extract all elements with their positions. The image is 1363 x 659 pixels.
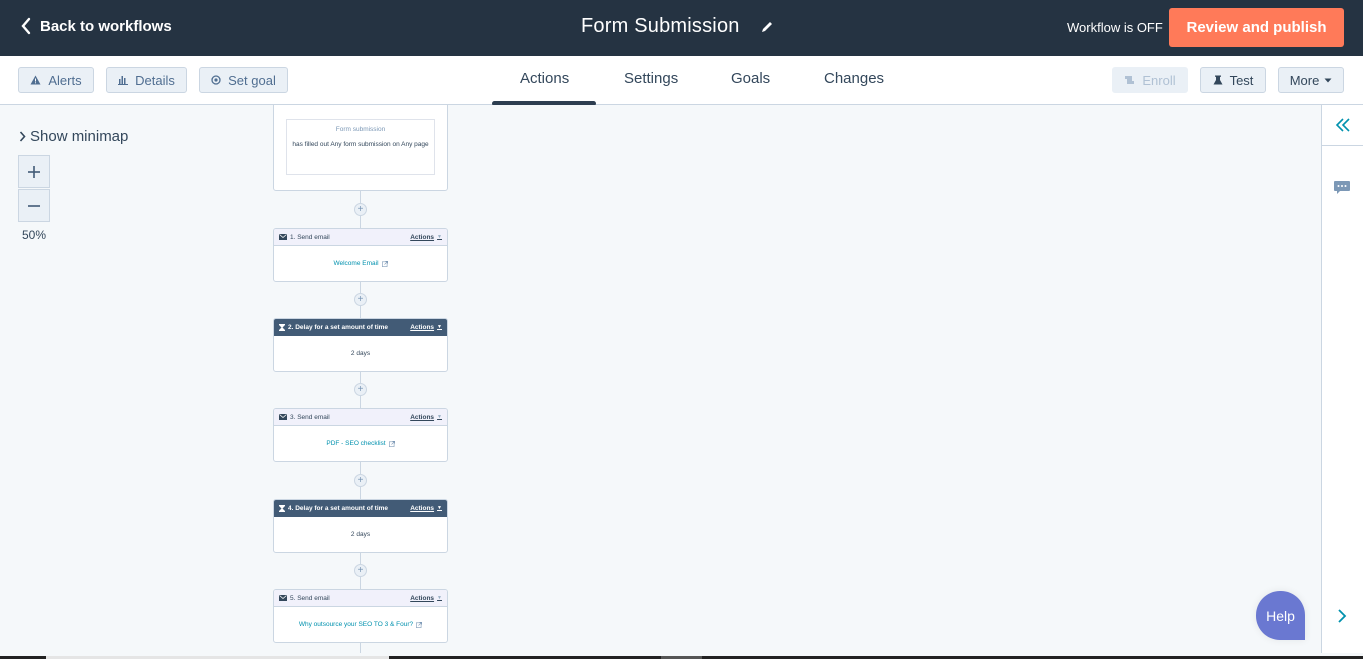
action-card-send-email[interactable]: 1. Send email Actions ▼ Welcome Email [273, 228, 448, 282]
hourglass-icon [279, 504, 285, 512]
email-icon [279, 595, 287, 601]
trigger-text: has filled out Any form submission on An… [292, 141, 429, 148]
action-card-body: Why outsource your SEO TO 3 & Four? [274, 607, 447, 642]
email-link[interactable]: Why outsource your SEO TO 3 & Four? [299, 621, 413, 628]
collapse-sidebar-button[interactable] [1322, 105, 1363, 146]
external-link-icon [416, 621, 423, 628]
add-action-button[interactable]: + [354, 474, 367, 487]
action-card-body: Welcome Email [274, 246, 447, 281]
set-goal-button[interactable]: Set goal [199, 67, 288, 93]
workflow-title[interactable]: Form Submission [581, 15, 774, 38]
more-dropdown-button[interactable]: More [1278, 67, 1344, 93]
enroll-icon [1125, 76, 1135, 84]
caret-down-icon: ▼ [437, 234, 442, 240]
back-label: Back to workflows [40, 17, 172, 35]
zoom-in-button[interactable] [18, 155, 50, 188]
add-action-button[interactable]: + [354, 203, 367, 216]
double-chevron-left-icon [1335, 118, 1350, 132]
caret-down-icon: ▼ [437, 595, 442, 601]
actions-dropdown[interactable]: Actions ▼ [410, 505, 442, 512]
bar-chart-icon [118, 76, 129, 85]
caret-down-icon [1324, 78, 1332, 82]
test-button[interactable]: Test [1200, 67, 1266, 93]
action-card-body: 2 days [350, 531, 371, 538]
zoom-level: 50% [22, 228, 47, 242]
back-to-workflows-link[interactable]: Back to workflows [20, 17, 172, 35]
action-card-send-email[interactable]: 5. Send email Actions ▼ Why outsource you… [273, 589, 448, 643]
add-action-button[interactable]: + [354, 383, 367, 396]
tab-actions[interactable]: Actions [520, 70, 569, 87]
help-button[interactable]: Help [1256, 591, 1305, 640]
tab-changes[interactable]: Changes [824, 70, 884, 87]
connector-line [360, 642, 361, 653]
top-header: Back to workflows Form Submission Workfl… [0, 0, 1363, 56]
workflow-canvas[interactable]: Show minimap 50% + + + + + Form submissi… [0, 105, 1321, 653]
details-button[interactable]: Details [106, 67, 187, 93]
tab-settings[interactable]: Settings [624, 70, 678, 87]
add-action-button[interactable]: + [354, 564, 367, 577]
email-icon [279, 414, 287, 420]
action-card-header: 2. Delay for a set amount of time Action… [274, 319, 447, 336]
action-card-body: PDF - SEO checklist [274, 426, 447, 461]
plus-icon [28, 165, 40, 178]
action-card-delay[interactable]: 4. Delay for a set amount of time Action… [273, 499, 448, 553]
action-card-send-email[interactable]: 3. Send email Actions ▼ PDF - SEO checkli… [273, 408, 448, 462]
chevron-right-icon[interactable] [1337, 608, 1347, 629]
right-sidebar [1321, 105, 1363, 653]
external-link-icon [388, 440, 395, 447]
trigger-title: Form submission [335, 126, 386, 133]
email-link[interactable]: Welcome Email [333, 260, 378, 267]
action-card-body: 2 days [350, 350, 371, 357]
zoom-out-button[interactable] [18, 189, 50, 222]
alerts-button[interactable]: Alerts [18, 67, 94, 93]
add-action-button[interactable]: + [354, 293, 367, 306]
caret-down-icon: ▼ [437, 505, 442, 511]
external-link-icon [381, 260, 388, 267]
workflow-title-text: Form Submission [581, 15, 740, 37]
trigger-filter: Form submission has filled out Any form … [286, 119, 435, 175]
warning-icon [30, 75, 41, 85]
action-card-delay[interactable]: 2. Delay for a set amount of time Action… [273, 318, 448, 372]
enroll-button[interactable]: Enroll [1112, 67, 1188, 93]
chevron-left-icon [21, 17, 31, 35]
pencil-icon[interactable] [760, 20, 774, 34]
toolbar: Alerts Details Set goal Actions Settings… [0, 56, 1363, 106]
flask-icon [1213, 75, 1223, 85]
actions-dropdown[interactable]: Actions ▼ [410, 234, 442, 241]
workflow-status: Workflow is OFF [1067, 20, 1163, 35]
tab-goals[interactable]: Goals [731, 70, 770, 87]
caret-down-icon: ▼ [437, 414, 442, 420]
chevron-right-icon [19, 131, 26, 142]
email-link[interactable]: PDF - SEO checklist [326, 440, 385, 447]
target-icon [211, 75, 221, 85]
action-card-header: 3. Send email Actions ▼ [274, 409, 447, 426]
actions-dropdown[interactable]: Actions ▼ [410, 414, 442, 421]
action-card-header: 5. Send email Actions ▼ [274, 590, 447, 607]
actions-dropdown[interactable]: Actions ▼ [410, 595, 442, 602]
email-icon [279, 234, 287, 240]
hourglass-icon [279, 323, 285, 331]
review-and-publish-button[interactable]: Review and publish [1169, 8, 1344, 47]
actions-dropdown[interactable]: Actions ▼ [410, 324, 442, 331]
action-card-header: 1. Send email Actions ▼ [274, 229, 447, 246]
enrollment-trigger-card[interactable]: Form submission has filled out Any form … [273, 105, 448, 191]
minus-icon [28, 204, 40, 207]
caret-down-icon: ▼ [437, 324, 442, 330]
show-minimap-toggle[interactable]: Show minimap [19, 128, 128, 145]
comment-icon[interactable] [1334, 181, 1350, 200]
action-card-header: 4. Delay for a set amount of time Action… [274, 500, 447, 517]
